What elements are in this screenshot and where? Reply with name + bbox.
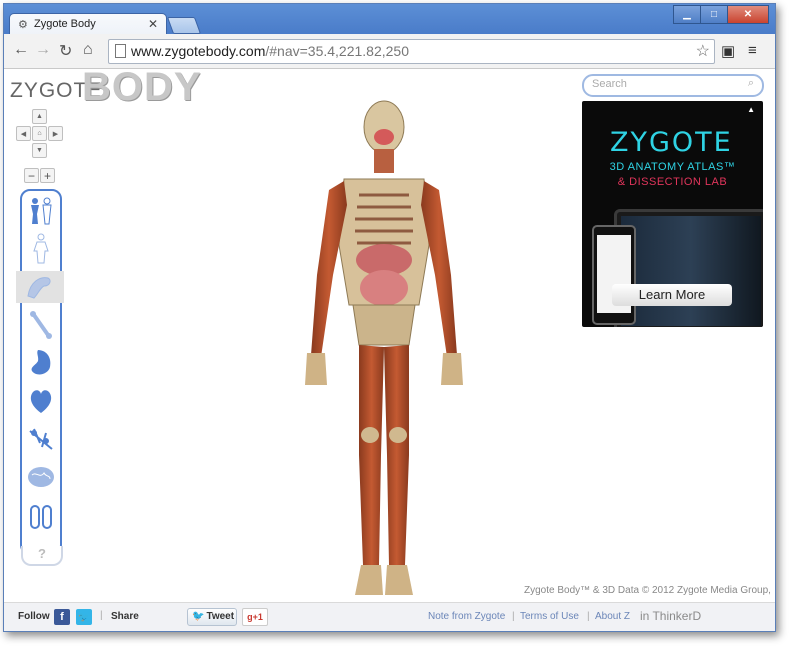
address-bar[interactable]: www.zygotebody.com/#nav=35.4,221.82,250 … [108, 39, 715, 64]
reload-icon[interactable]: ↻ [59, 41, 72, 61]
browser-tab[interactable]: ⚙ Zygote Body ✕ [9, 13, 167, 36]
pan-left-icon[interactable]: ◀ [16, 126, 31, 141]
twitter-bird-icon: 🐦 [192, 611, 205, 622]
new-tab-button[interactable] [166, 17, 202, 34]
facebook-icon[interactable]: f [54, 609, 70, 625]
search-box[interactable]: Search ⌕ [582, 74, 764, 97]
extension-icon[interactable]: ▣ [721, 42, 735, 60]
pan-down-icon[interactable]: ▼ [32, 143, 47, 158]
url-domain: www.zygotebody.com [131, 43, 266, 59]
browser-window: ⚙ Zygote Body ✕ ▁ □ ✕ ← → ↻ ⌂ www.zygote… [3, 3, 776, 632]
back-icon[interactable]: ← [13, 41, 29, 59]
zoom-in-button[interactable]: + [40, 168, 55, 183]
male-female-icon[interactable] [24, 195, 58, 227]
page-footer: Follow f 🐦 | Share 🐦 Tweet g+1 Note from … [4, 602, 775, 631]
gear-icon: ⚙ [18, 19, 28, 31]
url-path: /#nav=35.4,221.82,250 [265, 43, 409, 59]
share-label: Share [111, 611, 139, 622]
divider: | [100, 610, 103, 621]
search-icon[interactable]: ⌕ [748, 77, 754, 90]
title-bar: ⚙ Zygote Body ✕ ▁ □ ✕ [4, 4, 775, 36]
phone-image [592, 225, 636, 325]
search-input[interactable]: Search [592, 78, 627, 90]
follow-label: Follow [18, 611, 50, 622]
note-from-zygote-link[interactable]: Note from Zygote [428, 611, 505, 622]
minimize-button[interactable]: ▁ [673, 5, 701, 24]
divider: | [587, 611, 590, 622]
heart-icon[interactable] [24, 385, 58, 417]
divider: | [512, 611, 515, 622]
tablet-image [614, 209, 763, 327]
stomach-icon[interactable] [24, 347, 58, 379]
window-controls: ▁ □ ✕ [673, 5, 769, 24]
anatomy-model[interactable] [289, 95, 479, 600]
collapse-arrow-icon[interactable]: ▲ [747, 105, 755, 114]
pan-up-icon[interactable]: ▲ [32, 109, 47, 124]
pan-right-icon[interactable]: ▶ [48, 126, 63, 141]
bone-icon[interactable] [24, 309, 58, 341]
zoom-out-button[interactable]: − [24, 168, 39, 183]
page-content: ZYGOTE BODY ▲ ◀ ⌂ ▶ ▼ − + ? Search ⌕ ▲ Z… [4, 65, 775, 602]
logo-body-text: BODY [82, 65, 202, 109]
google-plus-button[interactable]: g+1 [242, 608, 268, 626]
layer-slider[interactable] [16, 189, 64, 555]
ad-brand: ZYGOTE [610, 127, 733, 158]
tweet-label: Tweet [206, 611, 235, 622]
twitter-icon[interactable]: 🐦 [76, 609, 92, 625]
close-tab-icon[interactable]: ✕ [148, 17, 158, 31]
menu-icon[interactable]: ≡ [748, 42, 757, 59]
advertisement-banner[interactable]: ▲ ZYGOTE 3D ANATOMY ATLAS™ & DISSECTION … [582, 101, 763, 327]
watermark-text: in ThinkerD [640, 609, 702, 623]
help-button[interactable]: ? [21, 546, 63, 566]
skin-icon[interactable] [24, 233, 58, 265]
bookmark-star-icon[interactable]: ☆ [696, 41, 710, 61]
page-icon [115, 44, 126, 58]
brain-icon[interactable] [24, 461, 58, 493]
copyright-text: Zygote Body™ & 3D Data © 2012 Zygote Med… [524, 585, 771, 596]
learn-more-button[interactable]: Learn More [612, 284, 732, 306]
close-window-button[interactable]: ✕ [727, 5, 769, 24]
about-link[interactable]: About Z [595, 611, 630, 622]
terms-of-use-link[interactable]: Terms of Use [520, 611, 579, 622]
ad-headline-2: & DISSECTION LAB [617, 176, 728, 188]
home-icon[interactable]: ⌂ [83, 41, 93, 59]
browser-toolbar: ← → ↻ ⌂ www.zygotebody.com/#nav=35.4,221… [4, 34, 775, 69]
maximize-button[interactable]: □ [700, 5, 728, 24]
pills-icon[interactable] [24, 501, 58, 533]
muscle-icon[interactable] [16, 271, 64, 303]
nerve-icon[interactable] [24, 423, 58, 455]
reset-view-icon[interactable]: ⌂ [32, 126, 47, 141]
ad-headline-1: 3D ANATOMY ATLAS™ [609, 161, 736, 173]
tweet-button[interactable]: 🐦 Tweet [187, 608, 237, 626]
forward-icon[interactable]: → [35, 41, 51, 59]
tab-title: Zygote Body [34, 18, 96, 30]
url-text[interactable]: www.zygotebody.com/#nav=35.4,221.82,250 [131, 43, 409, 59]
